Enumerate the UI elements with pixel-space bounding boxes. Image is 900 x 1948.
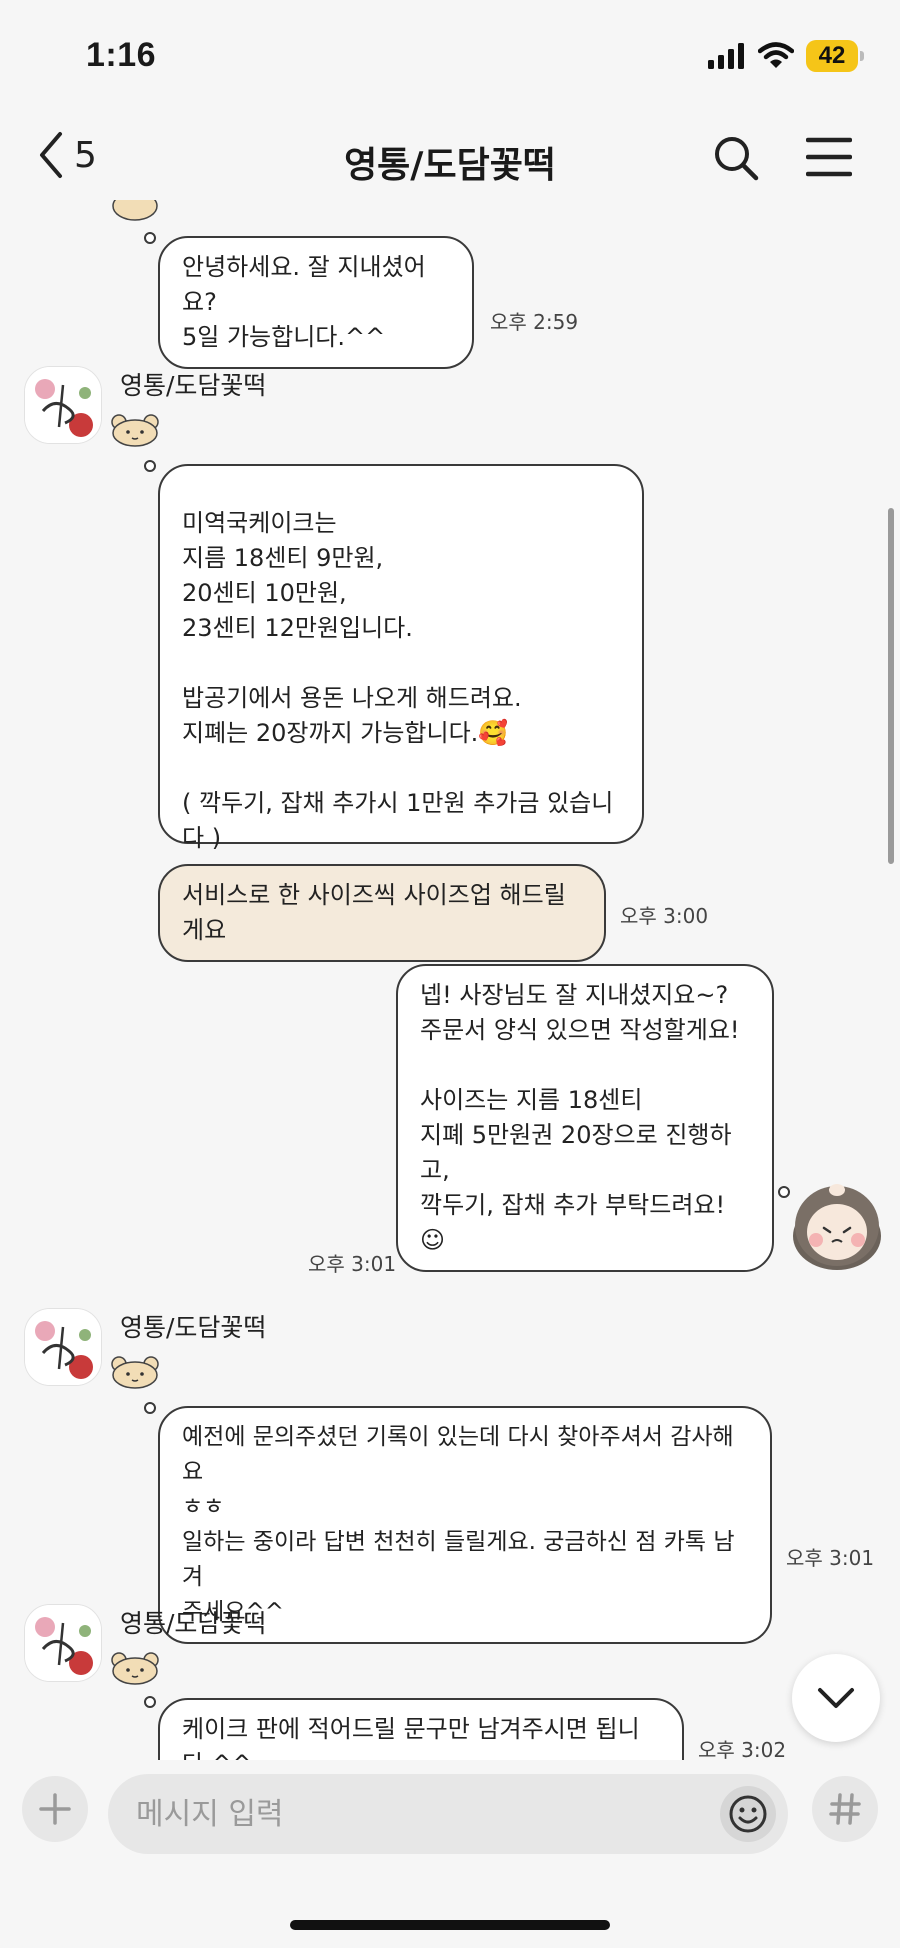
- thought-dot: [144, 1696, 156, 1708]
- message-time: 오후 3:02: [698, 1738, 787, 1760]
- search-button[interactable]: [712, 134, 760, 186]
- thought-dot: [144, 460, 156, 472]
- shop-logo-icon: [25, 1309, 101, 1385]
- wifi-icon: [758, 42, 794, 68]
- emoticon-button[interactable]: [720, 1786, 776, 1842]
- attach-button[interactable]: [22, 1776, 88, 1842]
- thought-dot: [144, 232, 156, 244]
- service-message-bubble[interactable]: 서비스로 한 사이즈씩 사이즈업 해드릴게요: [158, 864, 606, 962]
- hash-icon: [829, 1793, 861, 1825]
- sender-name: 영통/도담꽃떡: [120, 1313, 267, 1342]
- message-time: 오후 2:59: [490, 310, 579, 334]
- menu-button[interactable]: [805, 136, 853, 182]
- chat-messages[interactable]: 안녕하세요. 잘 지내셨어요? 5일 가능합니다.^^ 오후 2:59 영통/도…: [0, 200, 900, 1760]
- message-bubble[interactable]: 케이크 판에 적어드릴 문구만 남겨주시면 됩니다.^^: [158, 1698, 684, 1760]
- plus-icon: [39, 1793, 71, 1825]
- status-time: 1:16: [86, 36, 157, 74]
- battery-icon: 42: [806, 40, 864, 72]
- message-input-bar: [0, 1774, 900, 1858]
- menu-icon: [805, 137, 853, 177]
- avatar[interactable]: [24, 1604, 102, 1682]
- chevron-down-icon: [818, 1688, 854, 1708]
- avatar[interactable]: [24, 1308, 102, 1386]
- shop-logo-icon: [25, 367, 101, 443]
- chat-scrollbar[interactable]: [888, 508, 894, 864]
- emoji-icon: [729, 1795, 767, 1833]
- message-time: 오후 3:01: [786, 1546, 875, 1570]
- thought-dot: [144, 1402, 156, 1414]
- sent-message-bubble[interactable]: 넵! 사장님도 잘 지내셨지요~? 주문서 양식 있으면 작성할게요! 사이즈는…: [396, 964, 774, 1272]
- signal-icon: [708, 43, 744, 69]
- hashtag-search-button[interactable]: [812, 1776, 878, 1842]
- search-icon: [715, 137, 759, 181]
- emoticon-character-icon: [793, 1184, 881, 1270]
- emoticon-bear-icon: [111, 1356, 159, 1389]
- chat-header: 5 영통/도담꽃떡: [0, 110, 900, 206]
- emoticon-bear-icon: [111, 414, 159, 447]
- message-time: 오후 3:01: [308, 1252, 397, 1276]
- message-bubble[interactable]: 안녕하세요. 잘 지내셨어요? 5일 가능합니다.^^: [158, 236, 474, 369]
- chat-title: 영통/도담꽃떡: [344, 145, 556, 186]
- message-time: 오후 3:00: [620, 904, 709, 928]
- message-bubble[interactable]: 미역국케이크는 지름 18센티 9만원, 20센티 10만원, 23센티 12만…: [158, 464, 644, 852]
- status-icons: 42: [708, 40, 864, 72]
- scroll-to-bottom-button[interactable]: [792, 1654, 880, 1742]
- home-indicator[interactable]: [290, 1920, 610, 1930]
- message-input[interactable]: [108, 1774, 788, 1854]
- status-bar: 1:16 42: [0, 0, 900, 110]
- battery-level: 42: [818, 42, 846, 69]
- avatar[interactable]: [24, 366, 102, 444]
- emoticon-bear-icon: [111, 1652, 159, 1685]
- emoticon-bear-icon: [112, 200, 158, 221]
- shop-logo-icon: [25, 1605, 101, 1681]
- sender-name: 영통/도담꽃떡: [120, 371, 267, 400]
- sender-name: 영통/도담꽃떡: [120, 1609, 267, 1638]
